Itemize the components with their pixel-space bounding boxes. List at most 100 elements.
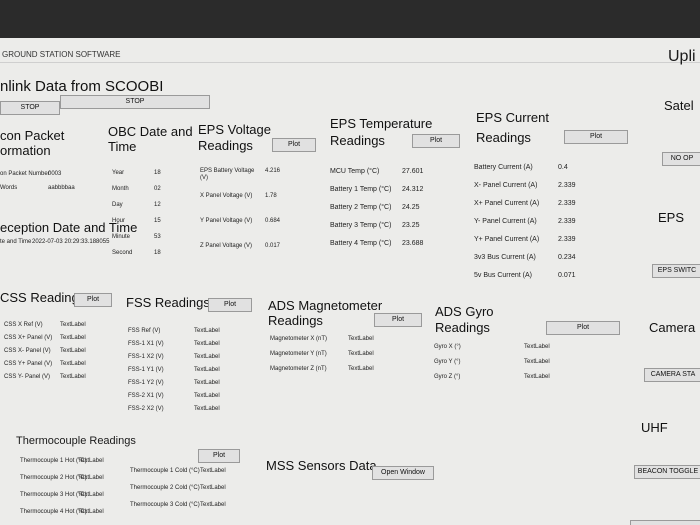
css-row-label: CSS Y- Panel (V) bbox=[4, 374, 51, 380]
eps-voltage-row-label: Z Panel Voltage (V) bbox=[200, 243, 253, 249]
eps-voltage-title-line1: EPS Voltage bbox=[198, 122, 271, 137]
ads-mag-row-label: Magnetometer X (nT) bbox=[270, 336, 328, 342]
thermo-hot-row-label: Thermocouple 1 Hot (°C) bbox=[20, 458, 87, 464]
eps-voltage-row-label: EPS Battery Voltage (V) bbox=[200, 168, 255, 181]
css-plot-button[interactable]: Plot bbox=[74, 293, 112, 307]
ads-gyro-row-label: Gyro Z (°) bbox=[434, 374, 461, 380]
reception-label: te and Time bbox=[0, 239, 32, 245]
thermo-plot-button[interactable]: Plot bbox=[198, 449, 240, 463]
no-op-button[interactable]: NO OP bbox=[662, 152, 700, 166]
words-label: Words bbox=[0, 185, 18, 191]
fss-row-value: TextLabel bbox=[194, 406, 220, 412]
thermo-hot-row-label: Thermocouple 3 Hot (°C) bbox=[20, 492, 87, 498]
eps-temp-row-value: 27.601 bbox=[402, 168, 424, 175]
obc-row-label: Minute bbox=[112, 234, 131, 240]
fss-row-label: FSS-1 Y2 (V) bbox=[128, 380, 164, 386]
eps-voltage-title-line2: Readings bbox=[198, 138, 253, 153]
eps-current-row-label: X+ Panel Current (A) bbox=[474, 200, 540, 207]
css-row-value: TextLabel bbox=[60, 322, 86, 328]
stop-button[interactable]: STOP bbox=[60, 95, 210, 109]
obc-row-label: Month bbox=[112, 186, 129, 192]
eps-voltage-plot-button[interactable]: Plot bbox=[272, 138, 316, 152]
css-title: CSS Readings bbox=[0, 290, 86, 305]
ads-mag-row-value: TextLabel bbox=[348, 336, 374, 342]
packet-number-value: 0003 bbox=[48, 171, 62, 177]
obc-row-value: 02 bbox=[154, 186, 161, 192]
fss-row-label: FSS-1 X1 (V) bbox=[128, 341, 164, 347]
thermo-cold-row-value: TextLabel bbox=[200, 502, 226, 508]
obc-title-line2: Time bbox=[108, 139, 137, 154]
css-row-value: TextLabel bbox=[60, 374, 86, 380]
bottom-right-button[interactable] bbox=[630, 520, 700, 525]
beacon-toggle-button[interactable]: BEACON TOGGLE bbox=[634, 465, 700, 479]
obc-row-value: 18 bbox=[154, 250, 161, 256]
eps-temp-row-label: Battery 3 Temp (°C) bbox=[330, 222, 392, 229]
eps-voltage-row-value: 0.684 bbox=[265, 218, 281, 224]
css-row-label: CSS X Ref (V) bbox=[4, 322, 43, 328]
ads-gyro-row-value: TextLabel bbox=[524, 374, 550, 380]
eps-current-row-label: 5v Bus Current (A) bbox=[474, 272, 532, 279]
thermo-cold-row-label: Thermocouple 1 Cold (°C) bbox=[130, 468, 200, 474]
thermo-cold-row-value: TextLabel bbox=[200, 485, 226, 491]
thermo-hot-row-value: TextLabel bbox=[78, 509, 104, 515]
obc-row-value: 12 bbox=[154, 202, 161, 208]
css-row-label: CSS X+ Panel (V) bbox=[4, 335, 53, 341]
eps-current-plot-button[interactable]: Plot bbox=[564, 130, 628, 144]
fss-row-label: FSS-1 X2 (V) bbox=[128, 354, 164, 360]
eps-current-title-line1: EPS Current bbox=[476, 110, 549, 125]
camera-start-button[interactable]: CAMERA STA bbox=[644, 368, 700, 382]
eps-voltage-row-value: 0.017 bbox=[265, 243, 281, 249]
ads-mag-row-label: Magnetometer Z (nT) bbox=[270, 366, 327, 372]
mss-open-window-button[interactable]: Open Window bbox=[372, 466, 434, 480]
eps-temp-row-label: Battery 4 Temp (°C) bbox=[330, 240, 392, 247]
eps-temp-title-line2: Readings bbox=[330, 133, 385, 148]
eps-temp-row-value: 23.25 bbox=[402, 222, 420, 229]
satellite-title: Satel bbox=[664, 98, 694, 113]
eps-switch-button[interactable]: EPS SWITC bbox=[652, 264, 700, 278]
eps-temp-plot-button[interactable]: Plot bbox=[412, 134, 460, 148]
css-row-label: CSS X- Panel (V) bbox=[4, 348, 51, 354]
css-row-label: CSS Y+ Panel (V) bbox=[4, 361, 53, 367]
eps-current-row-label: 3v3 Bus Current (A) bbox=[474, 254, 536, 261]
eps-current-row-label: X- Panel Current (A) bbox=[474, 182, 538, 189]
eps-temp-row-label: Battery 1 Temp (°C) bbox=[330, 186, 392, 193]
downlink-title: nlink Data from SCOOBI bbox=[0, 78, 164, 95]
fss-row-value: TextLabel bbox=[194, 393, 220, 399]
eps-current-row-label: Y- Panel Current (A) bbox=[474, 218, 537, 225]
eps-temp-row-value: 24.312 bbox=[402, 186, 424, 193]
fss-row-value: TextLabel bbox=[194, 354, 220, 360]
eps-temp-title-line1: EPS Temperature bbox=[330, 116, 433, 131]
thermo-title: Thermocouple Readings bbox=[16, 435, 136, 447]
reception-value: 2022-07-03 20:29:33.188055 bbox=[32, 239, 110, 245]
ads-mag-title-line2: Readings bbox=[268, 313, 323, 328]
ads-gyro-row-label: Gyro X (°) bbox=[434, 344, 461, 350]
ads-mag-plot-button[interactable]: Plot bbox=[374, 313, 422, 327]
eps-current-row-value: 0.4 bbox=[558, 164, 568, 171]
eps-temp-row-label: MCU Temp (°C) bbox=[330, 168, 380, 175]
eps-voltage-row-value: 1.78 bbox=[265, 193, 277, 199]
eps-current-row-value: 2.339 bbox=[558, 236, 576, 243]
obc-row-value: 53 bbox=[154, 234, 161, 240]
thermo-hot-row-value: TextLabel bbox=[78, 492, 104, 498]
obc-row-label: Day bbox=[112, 202, 123, 208]
thermo-cold-row-value: TextLabel bbox=[200, 468, 226, 474]
ads-gyro-row-value: TextLabel bbox=[524, 359, 550, 365]
obc-row-label: Second bbox=[112, 250, 133, 256]
fss-plot-button[interactable]: Plot bbox=[208, 298, 252, 312]
ads-gyro-row-value: TextLabel bbox=[524, 344, 550, 350]
beacon-title-line1: con Packet bbox=[0, 128, 65, 143]
ads-gyro-plot-button[interactable]: Plot bbox=[546, 321, 620, 335]
camera-section-title: Camera bbox=[649, 320, 696, 335]
thermo-hot-row-label: Thermocouple 2 Hot (°C) bbox=[20, 475, 87, 481]
stop-button-left[interactable]: STOP bbox=[0, 101, 60, 115]
eps-current-row-value: 2.339 bbox=[558, 218, 576, 225]
thermo-cold-row-label: Thermocouple 3 Cold (°C) bbox=[130, 502, 200, 508]
css-row-value: TextLabel bbox=[60, 335, 86, 341]
eps-current-row-value: 2.339 bbox=[558, 182, 576, 189]
css-row-value: TextLabel bbox=[60, 361, 86, 367]
fss-row-label: FSS-2 X1 (V) bbox=[128, 393, 164, 399]
eps-voltage-row-label: Y Panel Voltage (V) bbox=[200, 218, 253, 224]
thermo-hot-row-label: Thermocouple 4 Hot (°C) bbox=[20, 509, 87, 515]
obc-row-label: Year bbox=[112, 170, 125, 176]
obc-row-label: Hour bbox=[112, 218, 126, 224]
